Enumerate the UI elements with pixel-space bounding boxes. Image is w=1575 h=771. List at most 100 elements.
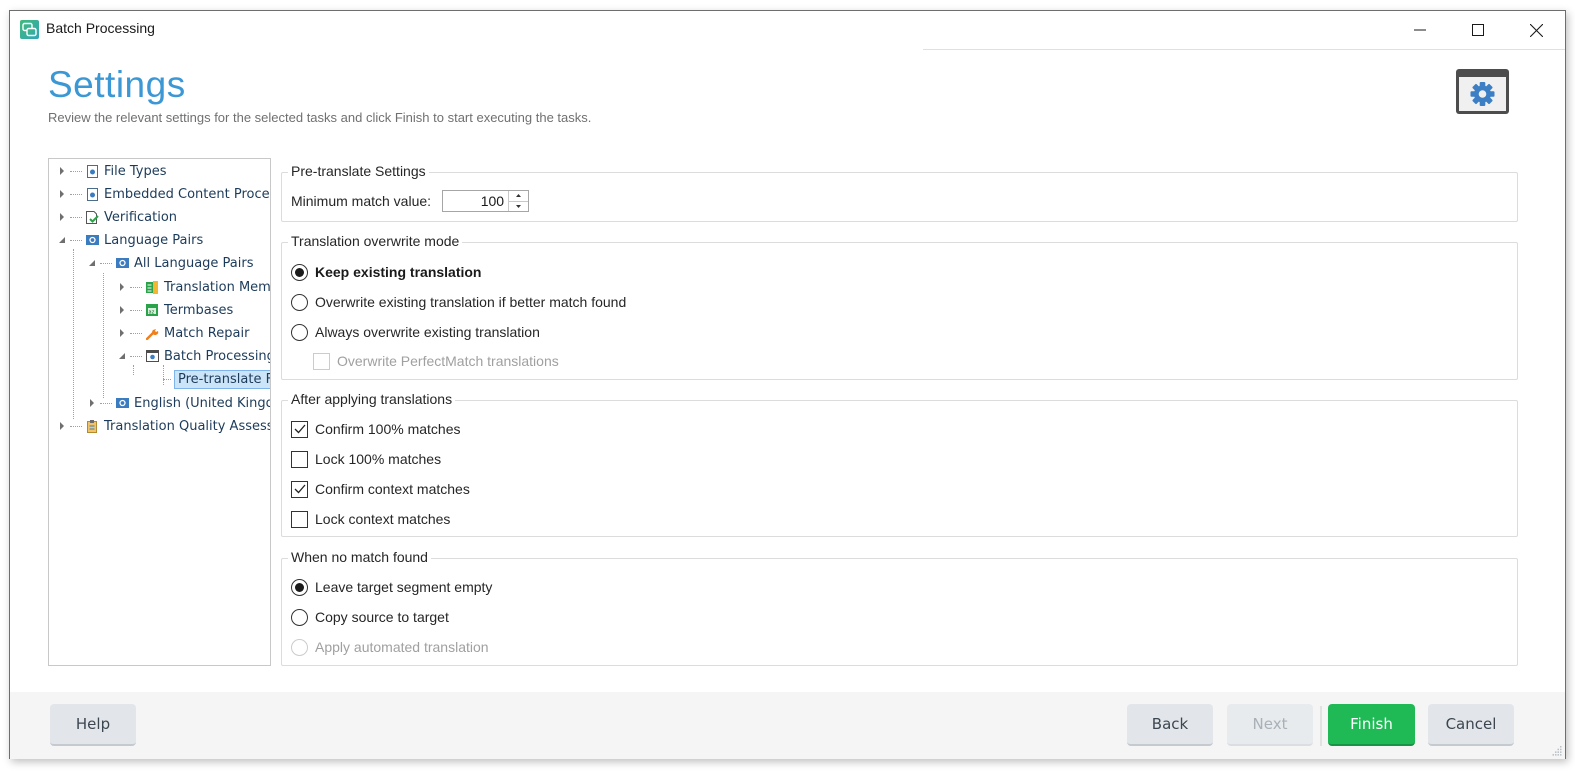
group-legend: After applying translations	[288, 391, 456, 407]
checkbox[interactable]	[291, 510, 308, 528]
min-match-spinner[interactable]: 100	[442, 190, 530, 212]
checkbox-confirm-context[interactable]: Confirm context matches	[291, 479, 470, 499]
expand-arrow-icon[interactable]	[117, 305, 127, 315]
help-button[interactable]: Help	[50, 704, 136, 746]
expand-arrow-icon[interactable]	[57, 166, 67, 176]
clipboard-icon	[85, 419, 99, 433]
tree-item-embedded-content[interactable]: Embedded Content Proces	[57, 184, 270, 204]
min-match-input[interactable]: 100	[443, 191, 508, 211]
expand-arrow-icon[interactable]	[57, 212, 67, 222]
checkmark-icon	[294, 424, 305, 434]
collapse-arrow-icon[interactable]	[117, 351, 127, 361]
radio-leave-empty[interactable]: Leave target segment empty	[291, 577, 492, 597]
back-button[interactable]: Back	[1127, 704, 1213, 746]
translation-memory-icon	[145, 280, 159, 294]
checkbox-lock-context[interactable]: Lock context matches	[291, 509, 450, 529]
checkbox[interactable]	[291, 450, 308, 468]
window-title: Batch Processing	[46, 20, 155, 36]
app-icon	[20, 20, 39, 39]
radio-keep-existing[interactable]: Keep existing translation	[291, 262, 481, 282]
language-pair-icon	[115, 256, 129, 270]
expand-arrow-icon[interactable]	[117, 282, 127, 292]
tree-item-language-pairs[interactable]: Language Pairs	[57, 230, 203, 250]
maximize-button[interactable]	[1449, 11, 1507, 49]
checkbox-lock-100[interactable]: Lock 100% matches	[291, 449, 441, 469]
minimize-button[interactable]	[1391, 11, 1449, 49]
spin-down-button[interactable]	[509, 202, 528, 212]
radio-button[interactable]	[291, 638, 308, 656]
no-match-group: When no match found Leave target segment…	[281, 549, 1518, 666]
checkmark-icon	[294, 484, 305, 494]
radio-copy-source[interactable]: Copy source to target	[291, 607, 449, 627]
tree-item-batch-processing[interactable]: Batch Processing	[117, 346, 270, 366]
radio-button[interactable]	[291, 578, 308, 596]
resize-grip-icon[interactable]	[1552, 746, 1562, 756]
min-match-label: Minimum match value:	[291, 193, 432, 209]
expand-arrow-icon[interactable]	[57, 421, 67, 431]
minimize-icon	[1414, 29, 1426, 31]
tree-item-all-language-pairs[interactable]: All Language Pairs	[87, 253, 254, 273]
checkbox[interactable]	[291, 480, 308, 498]
settings-gear-icon	[1456, 69, 1509, 114]
radio-button[interactable]	[291, 608, 308, 626]
batch-processing-window: Batch Processing Settings Review the rel…	[9, 10, 1566, 759]
checkbox[interactable]	[291, 420, 308, 438]
language-pair-icon	[85, 233, 99, 247]
radio-button[interactable]	[291, 323, 308, 341]
file-settings-icon	[85, 187, 99, 201]
close-icon	[1529, 23, 1543, 37]
close-button[interactable]	[1507, 11, 1565, 49]
radio-apply-automated[interactable]: Apply automated translation	[291, 637, 489, 657]
expand-arrow-icon[interactable]	[57, 189, 67, 199]
tree-item-verification[interactable]: Verification	[57, 207, 177, 227]
chevron-down-icon	[516, 204, 522, 208]
collapse-arrow-icon[interactable]	[57, 235, 67, 245]
title-bar: Batch Processing	[10, 11, 1565, 49]
group-legend: When no match found	[288, 549, 431, 565]
checkbox[interactable]	[313, 352, 330, 370]
radio-button[interactable]	[291, 293, 308, 311]
tree-item-match-repair[interactable]: Match Repair	[117, 323, 249, 343]
tree-connector	[103, 273, 104, 398]
checkbox-overwrite-perfectmatch[interactable]: Overwrite PerfectMatch translations	[313, 351, 559, 371]
tree-item-translation-memory[interactable]: Translation Mem	[117, 277, 270, 297]
file-settings-icon	[85, 164, 99, 178]
tree-item-file-types[interactable]: File Types	[57, 161, 167, 181]
wrench-icon	[145, 326, 159, 340]
tree-connector	[133, 365, 134, 375]
tree-connector	[73, 249, 74, 419]
svg-text:az: az	[149, 310, 155, 316]
checkbox-confirm-100[interactable]: Confirm 100% matches	[291, 419, 461, 439]
header-divider	[923, 49, 1565, 50]
overwrite-mode-group: Translation overwrite mode Keep existing…	[281, 233, 1518, 380]
radio-button[interactable]	[291, 263, 308, 281]
settings-tree[interactable]: File Types Embedded Content Proces Verif…	[48, 158, 271, 666]
expand-arrow-icon[interactable]	[117, 328, 127, 338]
tree-item-termbases[interactable]: az Termbases	[117, 300, 233, 320]
batch-processing-icon	[145, 349, 159, 363]
page-subtitle: Review the relevant settings for the sel…	[48, 110, 592, 125]
chevron-up-icon	[516, 194, 522, 198]
footer-separator	[1320, 706, 1322, 746]
group-legend: Translation overwrite mode	[288, 233, 463, 249]
pretranslate-settings-group: Pre-translate Settings Minimum match val…	[281, 163, 1518, 222]
tree-item-pre-translate-files[interactable]: Pre-translate Fi	[163, 369, 270, 389]
verification-icon	[85, 210, 99, 224]
finish-button[interactable]: Finish	[1328, 704, 1415, 746]
language-pair-icon	[115, 396, 129, 410]
page-title: Settings	[48, 64, 186, 105]
collapse-arrow-icon[interactable]	[87, 258, 97, 268]
wizard-footer: Help Back Next Finish Cancel	[10, 692, 1565, 759]
spin-up-button[interactable]	[509, 191, 529, 202]
cancel-button[interactable]: Cancel	[1428, 704, 1514, 746]
tree-item-translation-quality-assessment[interactable]: Translation Quality Assess	[57, 416, 270, 436]
maximize-icon	[1472, 24, 1484, 36]
termbase-icon: az	[145, 303, 159, 317]
radio-always-overwrite[interactable]: Always overwrite existing translation	[291, 322, 540, 342]
radio-overwrite-better[interactable]: Overwrite existing translation if better…	[291, 292, 626, 312]
after-applying-group: After applying translations Confirm 100%…	[281, 391, 1518, 537]
next-button[interactable]: Next	[1227, 704, 1313, 746]
tree-item-english-uk[interactable]: English (United Kingd	[87, 393, 270, 413]
group-legend: Pre-translate Settings	[288, 163, 429, 179]
expand-arrow-icon[interactable]	[87, 398, 97, 408]
